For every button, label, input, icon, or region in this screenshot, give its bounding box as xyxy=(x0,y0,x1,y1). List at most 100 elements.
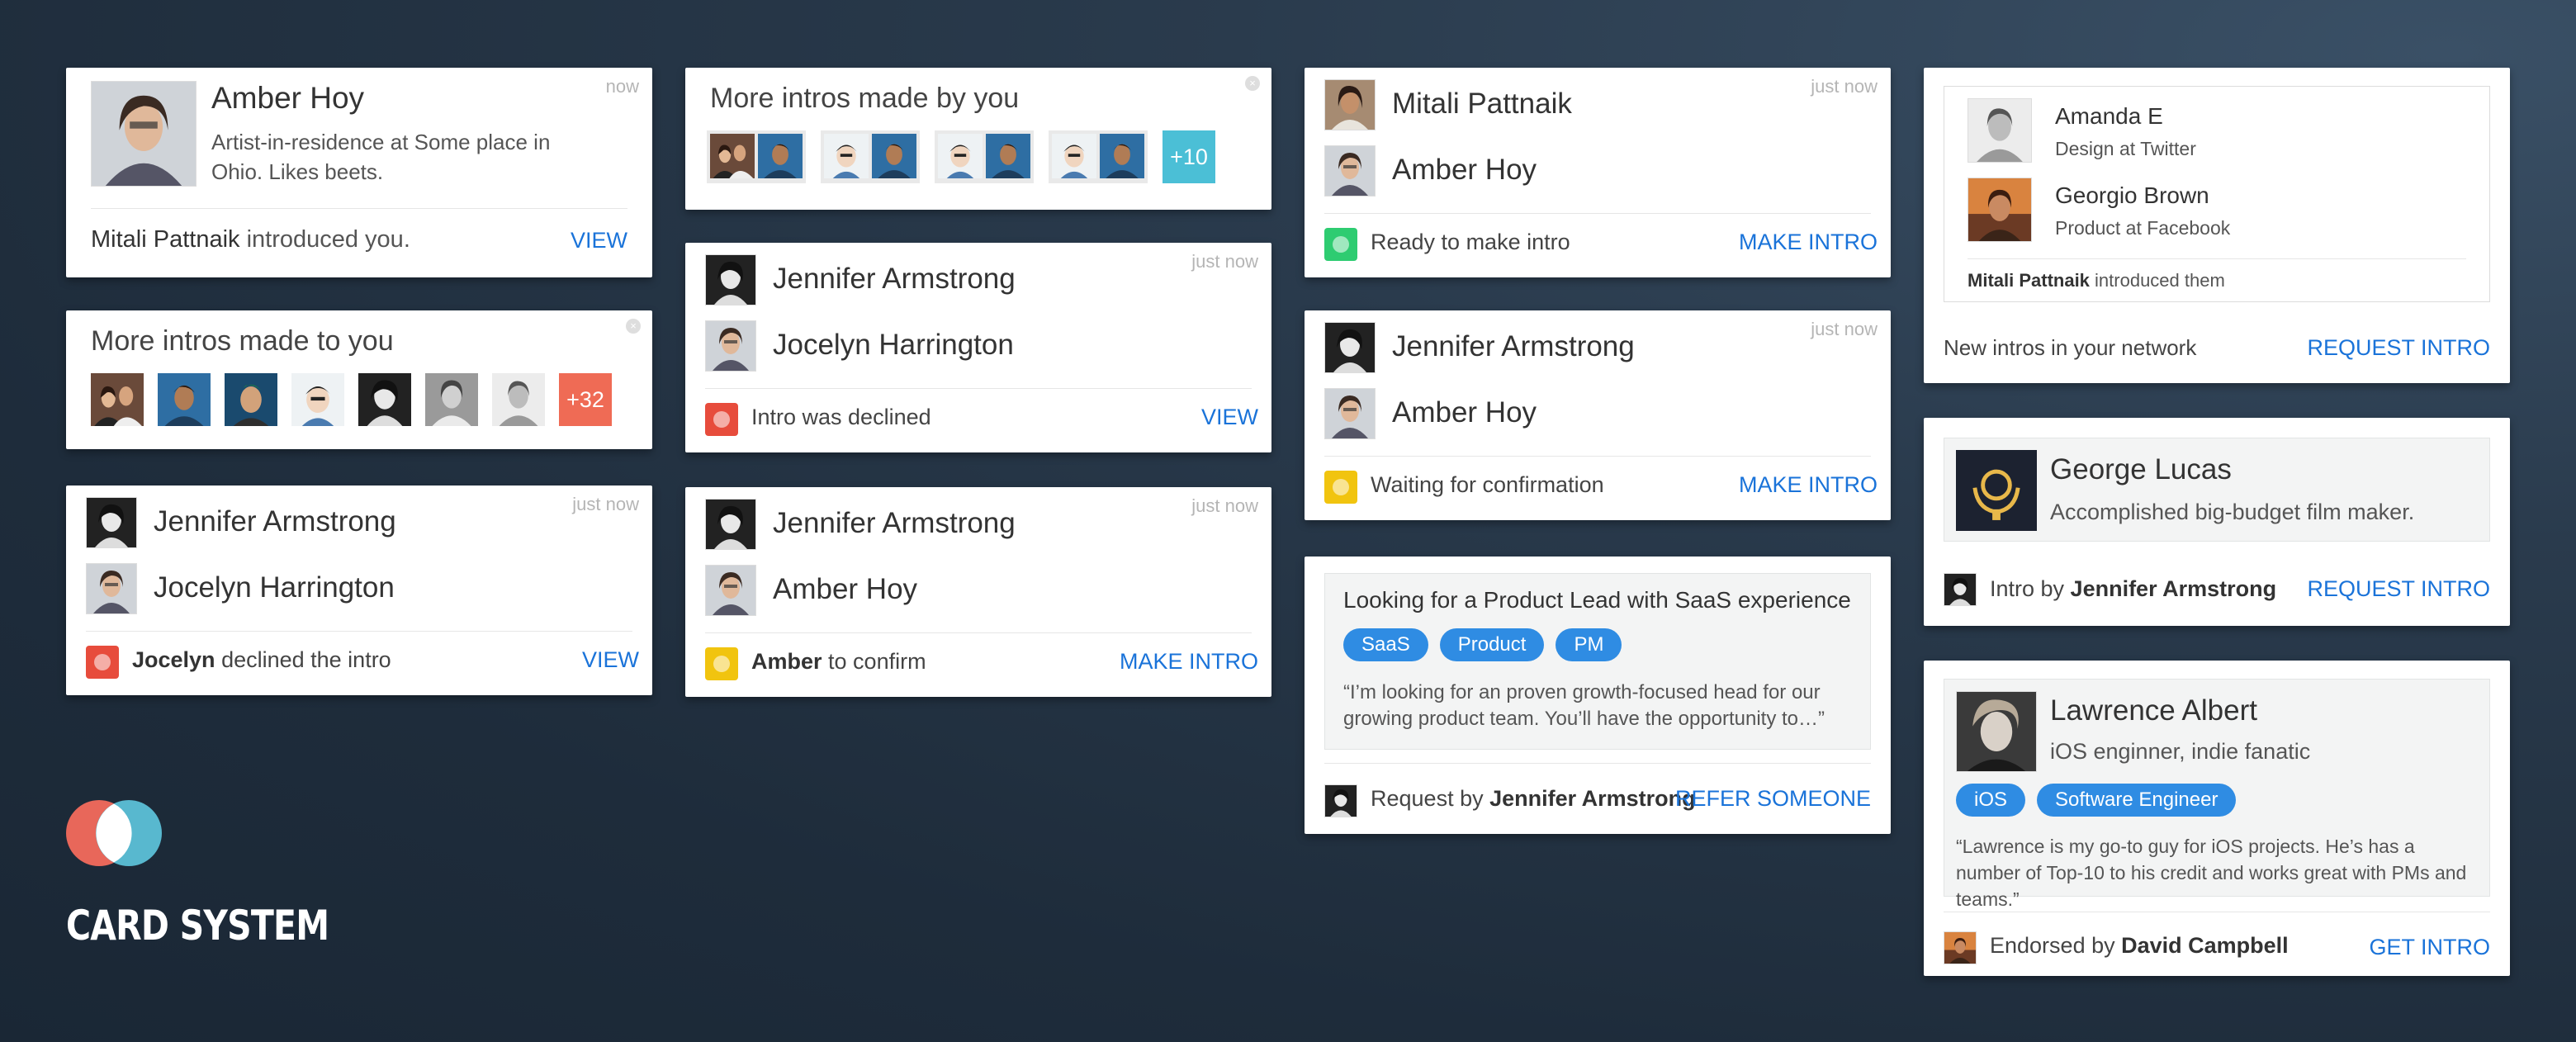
avatar xyxy=(86,563,137,614)
avatar xyxy=(1968,98,2032,163)
person-name: Amber Hoy xyxy=(211,81,365,115)
endorsement-quote: “Lawrence is my go-to guy for iOS projec… xyxy=(1956,836,2467,910)
view-button[interactable]: VIEW xyxy=(1201,405,1258,430)
requester-name[interactable]: Jennifer Armstrong xyxy=(1489,786,1696,812)
waiting-status-icon xyxy=(705,647,738,680)
avatar xyxy=(1324,79,1376,130)
ready-intro-card: just now Mitali Pattnaik Amber Hoy Ready… xyxy=(1305,68,1891,277)
profile-summary: Lawrence Albert iOS enginner, indie fana… xyxy=(1944,679,2490,910)
close-icon[interactable]: × xyxy=(1245,76,1260,91)
portrait-icon xyxy=(1944,574,1976,605)
by-label: Intro by xyxy=(1990,576,2071,601)
intro-pair[interactable] xyxy=(821,130,920,183)
request-intro-button[interactable]: REQUEST INTRO xyxy=(2307,576,2490,602)
introduced-pair: Amanda E Design at Twitter Georgio Brown… xyxy=(1944,86,2490,302)
intro-pair[interactable] xyxy=(935,130,1034,183)
close-icon[interactable]: × xyxy=(626,319,641,334)
introducer-name[interactable]: Mitali Pattnaik xyxy=(1968,270,2090,291)
timestamp: just now xyxy=(1811,319,1878,339)
portrait-icon xyxy=(1968,99,2031,162)
tag[interactable]: PM xyxy=(1556,628,1622,661)
request-by: Request by Jennifer Armstrong xyxy=(1371,786,1696,812)
make-intro-button[interactable]: MAKE INTRO xyxy=(1739,472,1878,498)
tag[interactable]: Product xyxy=(1439,628,1545,661)
avatar[interactable] xyxy=(91,373,144,426)
request-card: Looking for a Product Lead with SaaS exp… xyxy=(1305,557,1891,834)
more-intros-by-you-card: × More intros made by you +10 xyxy=(685,68,1271,210)
view-button[interactable]: VIEW xyxy=(571,228,627,253)
avatar xyxy=(1324,145,1376,197)
avatar[interactable] xyxy=(492,373,545,426)
intro-card-amber-hoy: now Amber Hoy Artist-in-residence at Som… xyxy=(66,68,652,277)
avatar[interactable] xyxy=(158,373,211,426)
person-name: Jennifer Armstrong xyxy=(773,507,1016,539)
timestamp: now xyxy=(605,76,639,97)
person-name: Amber Hoy xyxy=(1392,154,1537,186)
more-count-badge[interactable]: +32 xyxy=(559,373,612,426)
card-system-logo xyxy=(66,798,163,869)
avatar[interactable] xyxy=(358,373,411,426)
divider xyxy=(1324,456,1871,457)
avatar[interactable] xyxy=(425,373,478,426)
timestamp: just now xyxy=(572,494,639,514)
tag-list: iOS Software Engineer xyxy=(1956,784,2247,817)
intro-pair[interactable] xyxy=(707,130,806,183)
divider xyxy=(86,631,632,632)
by-label: Request by xyxy=(1371,786,1490,811)
avatar[interactable] xyxy=(225,373,277,426)
person-name: Lawrence Albert xyxy=(2050,694,2257,727)
divider xyxy=(1324,213,1871,214)
intro-pair[interactable] xyxy=(1049,130,1148,183)
request-intro-button[interactable]: REQUEST INTRO xyxy=(2307,335,2490,361)
make-intro-button[interactable]: MAKE INTRO xyxy=(1120,649,1258,675)
divider xyxy=(1324,763,1871,764)
tag[interactable]: SaaS xyxy=(1343,628,1428,661)
tag[interactable]: Software Engineer xyxy=(2037,784,2237,817)
card-title: More intros made to you xyxy=(91,325,394,357)
declined-status-icon xyxy=(705,403,738,436)
view-button[interactable]: VIEW xyxy=(582,647,639,673)
avatar xyxy=(705,565,756,616)
refer-someone-button[interactable]: REFER SOMEONE xyxy=(1675,786,1871,812)
introducer-name[interactable]: Jennifer Armstrong xyxy=(2071,576,2277,602)
divider xyxy=(705,388,1252,389)
avatar[interactable] xyxy=(291,373,344,426)
portrait-icon xyxy=(1325,785,1357,817)
person-name: Jennifer Armstrong xyxy=(154,505,396,538)
tag[interactable]: iOS xyxy=(1956,784,2026,817)
make-intro-button[interactable]: MAKE INTRO xyxy=(1739,230,1878,255)
introducer-name[interactable]: Mitali Pattnaik xyxy=(91,226,240,253)
avatar xyxy=(1968,178,2032,242)
status-text: Ready to make intro xyxy=(1371,230,1570,254)
avatar xyxy=(86,497,137,548)
person-role: Design at Twitter xyxy=(2055,138,2196,159)
person-name: Jocelyn Harrington xyxy=(154,571,395,604)
portrait-icon xyxy=(706,500,755,549)
profile-summary: George Lucas Accomplished big-budget fil… xyxy=(1944,438,2490,542)
profile-card-george-lucas: George Lucas Accomplished big-budget fil… xyxy=(1924,418,2510,626)
portrait-icon xyxy=(1325,80,1375,130)
intro-text: introduced you. xyxy=(239,226,410,253)
person-bio: iOS enginner, indie fanatic xyxy=(2050,739,2311,764)
intro-line: Mitali Pattnaik introduced them xyxy=(1968,270,2225,291)
timestamp: just now xyxy=(1191,251,1258,272)
person-name: Jennifer Armstrong xyxy=(773,263,1016,295)
awaiting-confirm-card: just now Jennifer Armstrong Amber Hoy Am… xyxy=(685,487,1271,697)
status-line: Amber to confirm xyxy=(751,649,926,675)
endorser-name[interactable]: David Campbell xyxy=(2121,933,2289,959)
avatar xyxy=(1324,388,1376,439)
person-name: Mitali Pattnaik xyxy=(1392,88,1572,120)
avatar xyxy=(705,254,756,305)
waiting-intro-card: just now Jennifer Armstrong Amber Hoy Wa… xyxy=(1305,310,1891,520)
request-title: Looking for a Product Lead with SaaS exp… xyxy=(1343,587,1851,613)
status-person: Jocelyn xyxy=(132,647,215,672)
portrait-icon xyxy=(706,566,755,615)
endorsed-by: Endorsed by David Campbell xyxy=(1990,933,2289,959)
get-intro-button[interactable]: GET INTRO xyxy=(2369,935,2490,960)
portrait-icon xyxy=(92,82,196,186)
divider xyxy=(91,208,627,209)
more-count-badge[interactable]: +10 xyxy=(1163,130,1215,183)
avatar xyxy=(1324,784,1357,817)
avatar xyxy=(1944,573,1977,606)
footer-text: New intros in your network xyxy=(1944,335,2197,360)
